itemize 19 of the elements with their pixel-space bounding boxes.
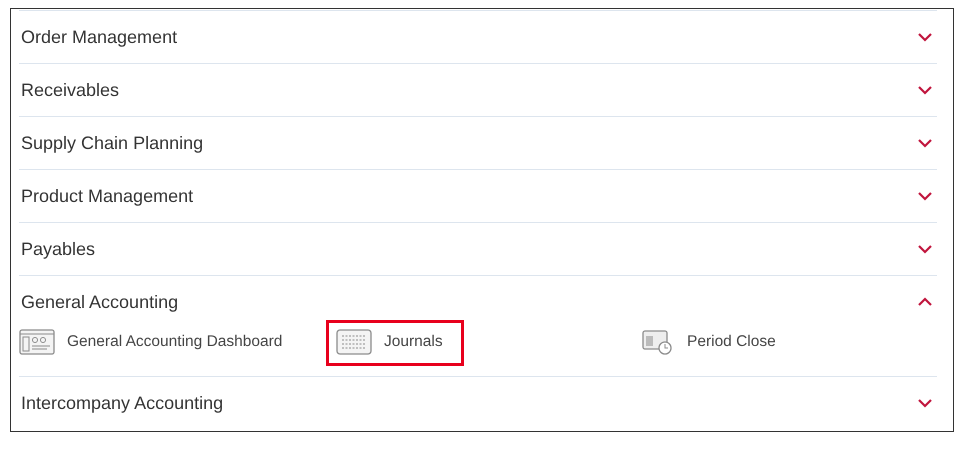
chevron-icon[interactable] (917, 85, 933, 95)
nav-link[interactable]: Period Close (636, 320, 797, 366)
chevron-icon[interactable] (917, 297, 933, 307)
table-icon (336, 329, 372, 355)
chevron-icon[interactable] (917, 32, 933, 42)
chevron-icon[interactable] (917, 138, 933, 148)
section-title[interactable]: General Accounting (21, 292, 178, 312)
section-title[interactable]: Receivables (21, 80, 120, 100)
section-title[interactable]: Payables (21, 238, 96, 260)
dashboard-icon (19, 329, 55, 355)
section-title[interactable]: Product Management (21, 186, 194, 206)
nav-link[interactable]: Journals (326, 320, 464, 366)
chevron-icon[interactable] (917, 191, 933, 201)
section-title[interactable]: Supply Chain Planning (21, 132, 204, 154)
chevron-icon[interactable] (917, 244, 933, 254)
chevron-icon[interactable] (917, 398, 933, 408)
nav-link[interactable]: General Accounting Dashboard (16, 320, 304, 366)
section-title[interactable]: Intercompany Accounting (21, 392, 224, 414)
section-title[interactable]: Order Management (21, 26, 178, 48)
